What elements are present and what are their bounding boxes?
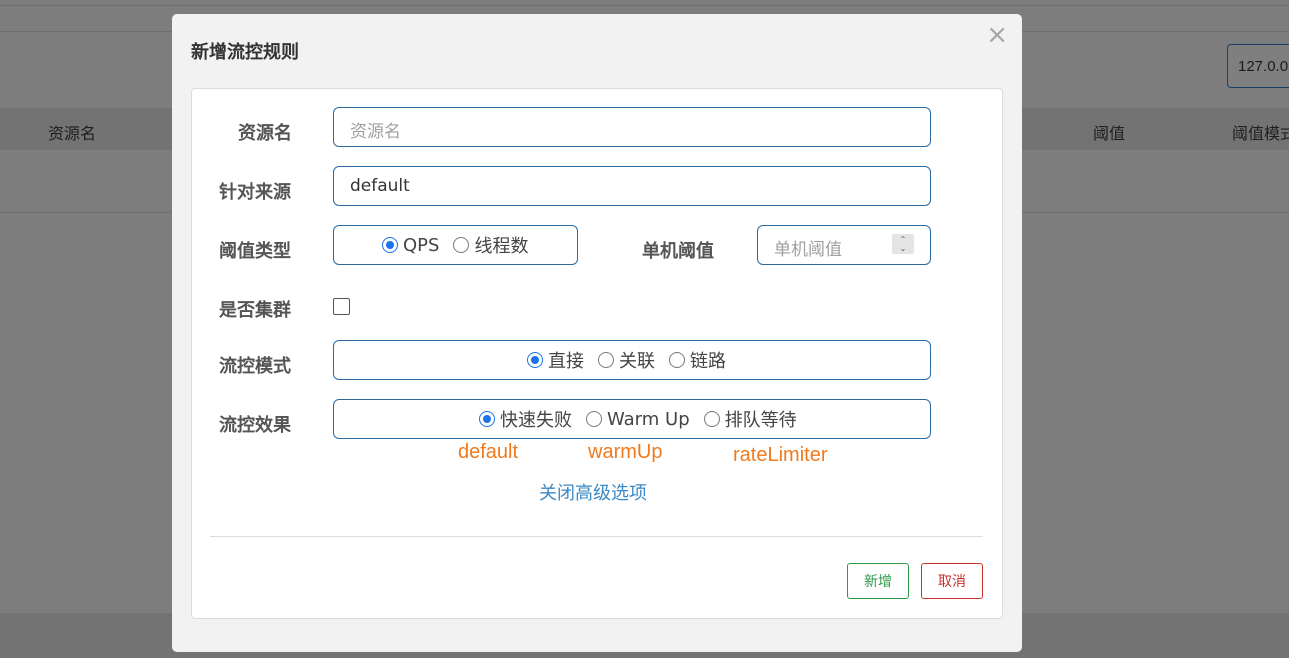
flow-mode-chain-radio[interactable]: 链路 [669, 347, 726, 373]
form-panel: 资源名 资源名 针对来源 default 阈值类型 QPS 线程数 单机阈值 单… [191, 88, 1003, 619]
radio-unselected-icon [598, 352, 614, 368]
radio-label: 关联 [619, 351, 655, 372]
dialog-title: 新增流控规则 [191, 42, 299, 63]
cancel-button[interactable]: 取消 [921, 563, 983, 599]
threshold-type-group: QPS 线程数 [333, 225, 578, 265]
resource-name-label: 资源名 [238, 123, 292, 144]
radio-label: 排队等待 [724, 410, 797, 431]
radio-label: 链路 [690, 351, 726, 372]
radio-unselected-icon [669, 352, 685, 368]
add-button[interactable]: 新增 [847, 563, 909, 599]
flow-effect-group: 快速失败 Warm Up 排队等待 [333, 399, 931, 439]
flow-effect-warm-up-radio[interactable]: Warm Up [586, 409, 690, 430]
number-spinner-icon[interactable]: ⌃ ⌄ [892, 234, 914, 254]
radio-label: 快速失败 [500, 410, 572, 431]
single-threshold-placeholder: 单机阈值 [774, 240, 842, 260]
background-column-threshold: 阈值 [1093, 124, 1126, 143]
add-flow-rule-dialog: 新增流控规则 × 资源名 资源名 针对来源 default 阈值类型 QPS 线… [172, 14, 1022, 652]
cluster-label: 是否集群 [219, 300, 291, 321]
flow-effect-label: 流控效果 [219, 415, 291, 436]
radio-unselected-icon [703, 411, 720, 427]
background-column-threshold-mode: 阈值模式 [1232, 124, 1289, 143]
origin-input[interactable]: default [333, 166, 931, 206]
form-divider [210, 536, 983, 537]
radio-unselected-icon [586, 411, 602, 427]
annotation-warmup: warmUp [588, 441, 663, 463]
radio-selected-icon [527, 352, 543, 368]
cluster-checkbox[interactable] [333, 298, 350, 315]
radio-label: 直接 [548, 351, 584, 372]
annotation-ratelimiter: rateLimiter [733, 444, 828, 466]
origin-label: 针对来源 [219, 182, 291, 203]
background-ip-select: 127.0.0 [1227, 44, 1289, 88]
threshold-type-qps-radio[interactable]: QPS [382, 235, 439, 256]
annotation-default: default [458, 441, 519, 463]
resource-name-placeholder: 资源名 [350, 122, 401, 142]
flow-effect-fast-fail-radio[interactable]: 快速失败 [479, 406, 572, 432]
close-icon[interactable]: × [986, 20, 1008, 50]
radio-selected-icon [479, 411, 495, 427]
close-advanced-options-link[interactable]: 关闭高级选项 [539, 479, 647, 505]
single-threshold-input[interactable]: 单机阈值 ⌃ ⌄ [757, 225, 931, 265]
radio-label: Warm Up [607, 408, 690, 430]
flow-mode-group: 直接 关联 链路 [333, 340, 931, 380]
radio-unselected-icon [453, 237, 470, 253]
radio-label: QPS [403, 234, 440, 256]
resource-name-input[interactable]: 资源名 [333, 107, 931, 147]
radio-label: 线程数 [474, 236, 529, 257]
single-threshold-label: 单机阈值 [642, 241, 714, 262]
background-column-resource: 资源名 [48, 124, 97, 143]
background-divider [0, 5, 1289, 6]
flow-mode-relate-radio[interactable]: 关联 [598, 347, 655, 373]
flow-effect-queue-radio[interactable]: 排队等待 [703, 406, 797, 432]
threshold-type-label: 阈值类型 [219, 241, 291, 262]
threshold-type-thread-radio[interactable]: 线程数 [453, 232, 528, 258]
origin-value: default [350, 176, 410, 196]
flow-mode-direct-radio[interactable]: 直接 [527, 347, 584, 373]
radio-selected-icon [382, 237, 398, 253]
flow-mode-label: 流控模式 [219, 356, 291, 377]
